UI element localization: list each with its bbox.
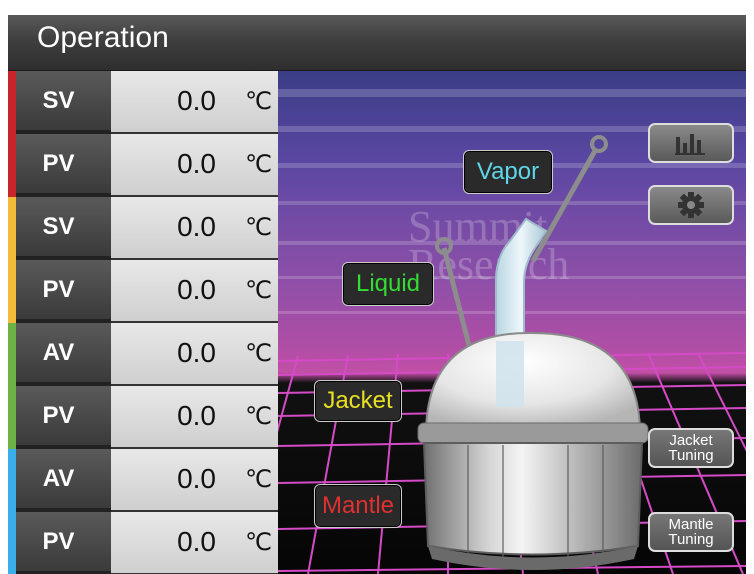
readout-value-box[interactable]: 0.0 ℃ bbox=[111, 386, 278, 449]
readout-row: PV 0.0 ℃ bbox=[8, 134, 278, 197]
readout-value-box[interactable]: 0.0 ℃ bbox=[111, 134, 278, 197]
readout-value-box[interactable]: 0.0 ℃ bbox=[111, 323, 278, 386]
channel-color-strip bbox=[8, 197, 16, 260]
readout-tag: AV bbox=[16, 323, 111, 384]
mantle-label[interactable]: Mantle bbox=[314, 484, 402, 528]
readout-value: 0.0 bbox=[177, 526, 216, 557]
reactor-rim bbox=[417, 422, 649, 444]
channel-color-strip bbox=[8, 512, 16, 574]
readout-unit: ℃ bbox=[245, 213, 272, 241]
readout-value: 0.0 bbox=[177, 211, 216, 242]
readout-value-box[interactable]: 0.0 ℃ bbox=[111, 512, 278, 574]
readout-value-box[interactable]: 0.0 ℃ bbox=[111, 449, 278, 512]
mantle-label-text: Mantle bbox=[321, 492, 395, 519]
chart-button[interactable] bbox=[648, 123, 734, 163]
readout-value: 0.0 bbox=[177, 337, 216, 368]
liquid-label-text: Liquid bbox=[355, 270, 421, 297]
settings-button[interactable] bbox=[648, 185, 734, 225]
readout-unit: ℃ bbox=[245, 465, 272, 493]
readout-unit: ℃ bbox=[245, 402, 272, 430]
reactor-scene: Summit Research Vapor Liquid Jacket Mant… bbox=[278, 71, 746, 574]
readout-tag: SV bbox=[16, 197, 111, 258]
jacket-label[interactable]: Jacket bbox=[314, 380, 402, 422]
readout-value: 0.0 bbox=[177, 463, 216, 494]
liquid-label[interactable]: Liquid bbox=[342, 262, 434, 306]
channel-color-strip bbox=[8, 449, 16, 512]
readout-value-box[interactable]: 0.0 ℃ bbox=[111, 197, 278, 260]
channel-color-strip bbox=[8, 71, 16, 134]
readout-row: PV 0.0 ℃ bbox=[8, 512, 278, 574]
jacket-tuning-line1: Jacket bbox=[669, 432, 713, 449]
jacket-tuning-line2: Tuning bbox=[668, 447, 714, 464]
readout-value: 0.0 bbox=[177, 85, 216, 116]
title-bar: Operation bbox=[8, 15, 746, 71]
operation-screen: Operation SV 0.0 ℃ PV 0.0 ℃ SV 0.0 ℃ PV … bbox=[8, 15, 746, 574]
readout-value: 0.0 bbox=[177, 274, 216, 305]
channel-color-strip bbox=[8, 260, 16, 323]
readout-value: 0.0 bbox=[177, 148, 216, 179]
page-title: Operation bbox=[37, 21, 169, 54]
readout-value: 0.0 bbox=[177, 400, 216, 431]
mantle-tuning-line2: Tuning bbox=[668, 531, 714, 548]
reactor-body bbox=[422, 442, 644, 556]
readout-tag: AV bbox=[16, 449, 111, 510]
channel-color-strip bbox=[8, 323, 16, 386]
readout-row: SV 0.0 ℃ bbox=[8, 71, 278, 134]
readout-row: PV 0.0 ℃ bbox=[8, 386, 278, 449]
readout-tag: PV bbox=[16, 260, 111, 321]
mantle-tuning-button[interactable]: Mantle Tuning bbox=[648, 512, 734, 552]
readout-tag: PV bbox=[16, 512, 111, 573]
mantle-tuning-line1: Mantle bbox=[668, 516, 714, 533]
readout-unit: ℃ bbox=[245, 150, 272, 178]
readout-tag: PV bbox=[16, 134, 111, 195]
bar-chart-icon bbox=[675, 134, 705, 155]
jacket-label-text: Jacket bbox=[323, 387, 393, 414]
readout-tag: PV bbox=[16, 386, 111, 447]
readout-unit: ℃ bbox=[245, 339, 272, 367]
readout-row: PV 0.0 ℃ bbox=[8, 260, 278, 323]
readout-tag: SV bbox=[16, 71, 111, 132]
readout-unit: ℃ bbox=[245, 276, 272, 304]
gear-icon bbox=[678, 192, 704, 218]
readout-unit: ℃ bbox=[245, 87, 272, 115]
readout-unit: ℃ bbox=[245, 528, 272, 556]
channel-color-strip bbox=[8, 386, 16, 449]
readout-row: AV 0.0 ℃ bbox=[8, 323, 278, 386]
lid-tube bbox=[496, 341, 524, 407]
vapor-label-text: Vapor bbox=[476, 158, 540, 185]
readout-value-box[interactable]: 0.0 ℃ bbox=[111, 260, 278, 323]
channel-color-strip bbox=[8, 134, 16, 197]
readout-row: AV 0.0 ℃ bbox=[8, 449, 278, 512]
vapor-label[interactable]: Vapor bbox=[463, 150, 553, 194]
readout-row: SV 0.0 ℃ bbox=[8, 197, 278, 260]
readout-value-box[interactable]: 0.0 ℃ bbox=[111, 71, 278, 134]
jacket-tuning-button[interactable]: Jacket Tuning bbox=[648, 428, 734, 468]
